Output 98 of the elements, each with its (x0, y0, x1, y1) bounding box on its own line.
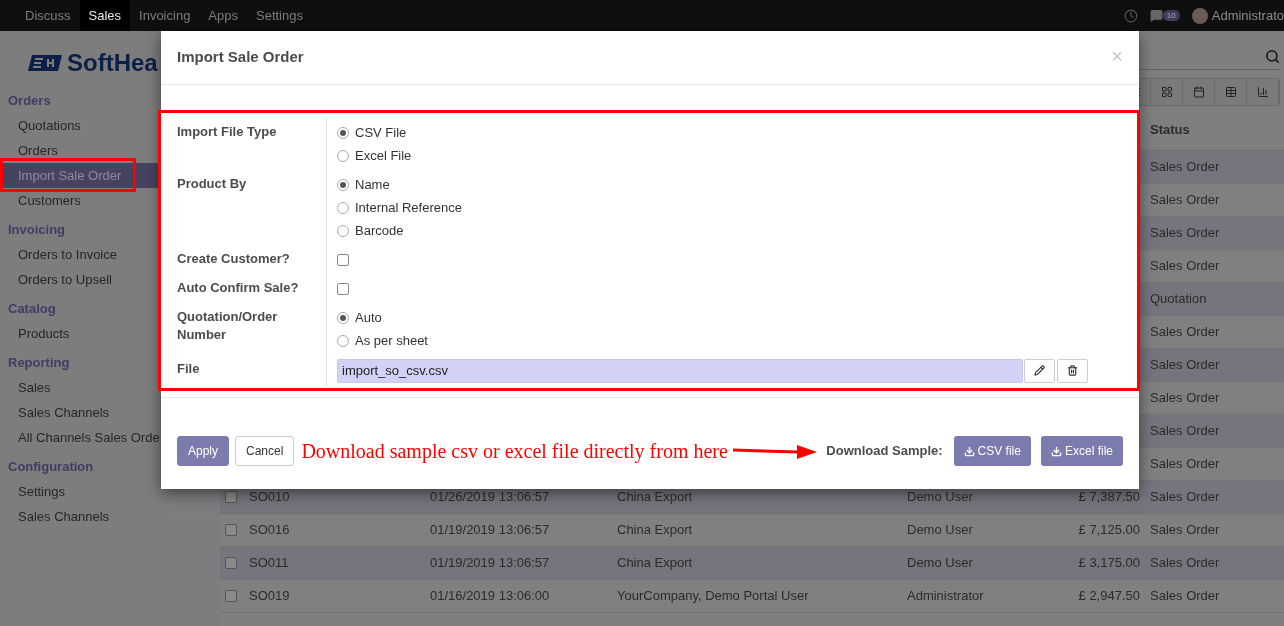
radio-button[interactable] (337, 126, 349, 139)
download-sample-label: Download Sample: (826, 442, 943, 461)
radio-button[interactable] (337, 224, 349, 237)
order-number: SO016 (249, 522, 290, 538)
order-status: Sales Order (1150, 423, 1220, 439)
order-total: £ 7,125.00 (1078, 522, 1140, 538)
radio-label: CSV File (355, 123, 407, 142)
menu-item[interactable]: Apps (199, 0, 247, 31)
salesperson: Demo User (907, 555, 973, 571)
checkbox[interactable] (337, 253, 349, 266)
logo-icon (26, 53, 64, 73)
field-label: Auto Confirm Sale? (177, 279, 300, 297)
view-icon (1256, 86, 1269, 98)
row-checkbox[interactable] (225, 557, 237, 569)
annotation-text: Download sample csv or excel file directly from here (301, 439, 728, 465)
sidebar-section-title: Invoicing (8, 221, 66, 240)
download-icon (963, 445, 975, 457)
order-status: Sales Order (1150, 555, 1220, 571)
edit-button[interactable] (1024, 358, 1055, 383)
order-date: 01/19/2019 13:06:57 (430, 555, 550, 571)
menu-item[interactable]: Sales (79, 0, 131, 31)
field-label: Create Customer? (177, 250, 291, 268)
trash-icon (1067, 365, 1078, 376)
order-status: Sales Order (1150, 522, 1220, 538)
column-header[interactable]: Status (1150, 122, 1190, 138)
order-total: £ 2,947.50 (1078, 588, 1140, 604)
order-status: Sales Order (1150, 357, 1220, 373)
row-checkbox[interactable] (225, 590, 237, 602)
avatar[interactable] (1191, 7, 1208, 24)
customer-name: China Export (617, 489, 693, 505)
salesperson: Administrator (907, 588, 984, 604)
salesperson: Demo User (907, 522, 973, 538)
menu-item[interactable]: Discuss (16, 0, 80, 31)
radio-button[interactable] (337, 149, 349, 162)
order-status: Sales Order (1150, 324, 1220, 340)
checkbox[interactable] (337, 282, 349, 295)
customer-name: China Export (617, 522, 693, 538)
field-label: Import File Type (177, 123, 278, 141)
sidebar-section-title: Orders (8, 92, 51, 111)
chat-icon[interactable] (1149, 9, 1163, 22)
order-date: 01/26/2019 13:06:57 (430, 489, 550, 505)
user-name[interactable]: Administrato (1211, 5, 1284, 26)
sidebar-item[interactable]: Settings (0, 479, 220, 504)
sidebar-section-title: Reporting (8, 354, 70, 373)
radio-label: Internal Reference (355, 198, 462, 217)
message-count-badge: 10 (1162, 10, 1180, 21)
file-name-field[interactable]: import_so_csv.csv (337, 358, 1023, 383)
logo-text: SoftHea (67, 51, 158, 75)
radio-button[interactable] (337, 201, 349, 214)
sidebar-item[interactable]: Sales Channels (0, 504, 220, 529)
customer-name: China Export (617, 555, 693, 571)
menu-item[interactable]: Invoicing (130, 0, 200, 31)
field-label: Quotation/Order Number (177, 308, 279, 344)
radio-label: Auto (355, 308, 382, 327)
pencil-icon (1034, 365, 1045, 376)
order-number: SO011 (249, 555, 289, 571)
order-status: Sales Order (1150, 489, 1220, 505)
radio-button[interactable] (337, 334, 349, 347)
sidebar-section-title: Catalog (8, 300, 56, 319)
order-status: Sales Order (1150, 159, 1220, 175)
order-status: Sales Order (1150, 225, 1220, 241)
order-number: SO010 (249, 489, 290, 505)
dialog-title: Import Sale Order (177, 47, 304, 68)
radio-button[interactable] (337, 178, 349, 191)
order-number: SO019 (249, 588, 290, 604)
order-status: Sales Order (1150, 588, 1220, 604)
sidebar-section-title: Configuration (8, 458, 94, 477)
order-status: Sales Order (1150, 456, 1220, 472)
order-total: £ 7,387.50 (1078, 489, 1140, 505)
search-icon[interactable] (1265, 48, 1280, 64)
order-date: 01/19/2019 13:06:57 (430, 522, 550, 538)
radio-label: Excel File (355, 146, 412, 165)
field-label: File (177, 360, 201, 378)
order-status: Sales Order (1150, 258, 1220, 274)
radio-label: Barcode (355, 221, 404, 240)
order-status: Sales Order (1150, 390, 1220, 406)
cancel-button[interactable]: Cancel (235, 436, 295, 466)
delete-button[interactable] (1057, 358, 1088, 383)
order-status: Sales Order (1150, 192, 1220, 208)
view-icon (1224, 86, 1237, 98)
customer-name: YourCompany, Demo Portal User (617, 588, 809, 604)
download-button[interactable]: CSV file (953, 436, 1031, 466)
download-button[interactable]: Excel file (1040, 436, 1123, 466)
apply-button[interactable]: Apply (177, 436, 230, 466)
view-icon (1160, 86, 1173, 98)
order-date: 01/16/2019 13:06:00 (430, 588, 550, 604)
row-checkbox[interactable] (225, 524, 237, 536)
row-checkbox[interactable] (225, 491, 237, 503)
radio-label: As per sheet (355, 331, 428, 350)
order-status: Quotation (1150, 291, 1207, 307)
radio-label: Name (355, 175, 390, 194)
download-icon (1050, 445, 1062, 457)
menu-item[interactable]: Settings (247, 0, 312, 31)
radio-button[interactable] (337, 311, 349, 324)
order-total: £ 3,175.00 (1078, 555, 1140, 571)
clock-icon[interactable] (1123, 8, 1138, 23)
view-icon (1192, 86, 1205, 98)
salesperson: Demo User (907, 489, 973, 505)
